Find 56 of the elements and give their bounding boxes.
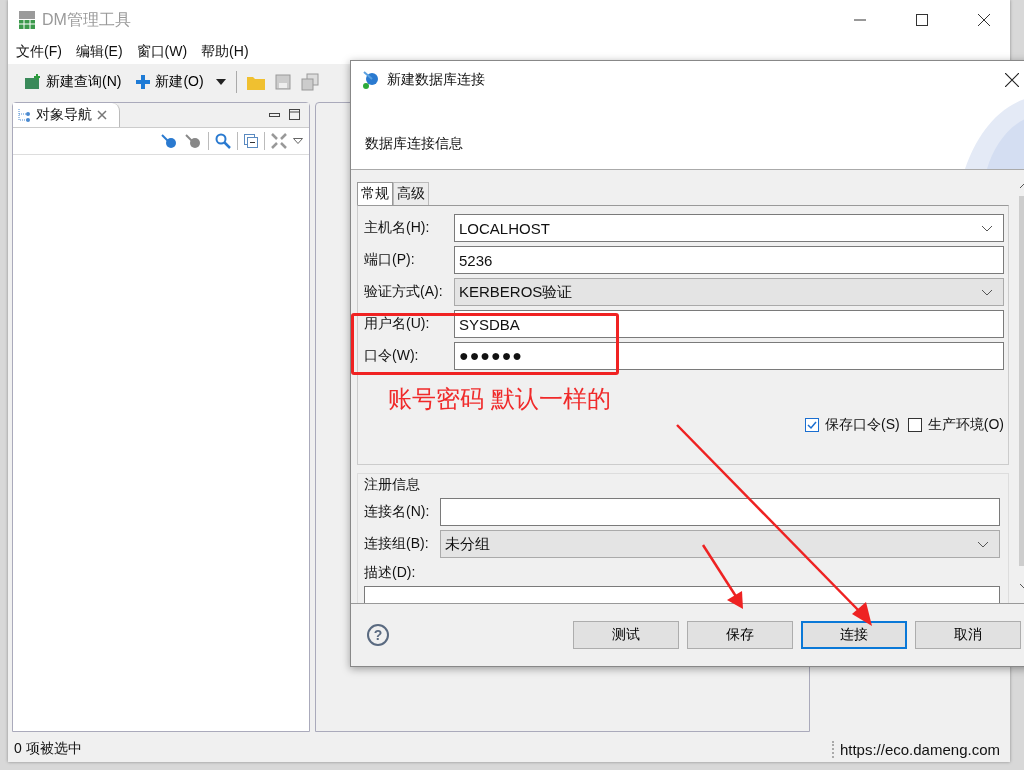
dialog-button[interactable]: 保存 [687,621,793,649]
input-field[interactable]: ●●●●●● [454,342,1004,370]
view-menu-icon[interactable] [293,138,303,144]
window-title: DM管理工具 [42,9,131,30]
status-link[interactable]: https://eco.dameng.com [831,740,1010,758]
chevron-down-icon[interactable] [981,288,993,296]
field-label: 描述(D): [364,564,417,582]
dialog-button[interactable]: 连接 [801,621,907,649]
help-button[interactable]: ? [367,624,389,646]
annotation-text: 账号密码 默认一样的 [388,384,611,414]
collapse-icon[interactable] [244,134,258,148]
chevron-down-icon[interactable] [981,224,993,232]
tree-icon [17,108,31,122]
checkbox[interactable] [907,418,922,432]
input-field[interactable]: 5236 [454,246,1004,274]
search-icon[interactable] [215,133,231,149]
close-icon[interactable] [1005,72,1019,87]
plus-icon [135,74,152,90]
field-label: 端口(P): [364,251,416,269]
toolbar-button[interactable]: 新建查询(N) [22,71,124,93]
input-field[interactable]: SYSDBA [454,310,1004,338]
checkbox[interactable] [805,418,820,432]
input-field[interactable]: LOCALHOST [454,214,1004,242]
close-icon[interactable] [978,14,990,26]
menu-item[interactable]: 编辑(E) [75,43,123,61]
field-label: 连接名(N): [364,503,431,521]
menu-item[interactable]: 窗口(W) [136,43,188,61]
navigator-tab[interactable]: 对象导航 [13,103,120,127]
input-field[interactable]: KERBEROS验证 [454,278,1004,306]
dialog-button[interactable]: 取消 [915,621,1021,649]
tab[interactable]: 常规 [357,182,393,205]
field-label: 主机名(H): [364,219,431,237]
menu-item[interactable]: 文件(F) [16,43,62,61]
app-grid-icon [18,10,36,30]
status-text: 0 项被选中 [14,740,82,758]
field-label: 口令(W): [364,347,420,365]
checkbox-label[interactable]: 生产环境(O) [927,416,1004,434]
input-field[interactable] [440,498,1000,526]
expand-icon[interactable] [271,133,287,149]
dialog-button[interactable]: 测试 [573,621,679,649]
input-field[interactable]: 未分组 [440,530,1000,558]
field-label: 连接组(B): [364,535,430,553]
maximize-icon[interactable] [289,109,301,121]
dialog-header: 数据库连接信息 [365,135,463,153]
dropdown-caret-icon[interactable] [215,79,226,85]
menu-item[interactable]: 帮助(H) [201,43,249,61]
dialog-title: 新建数据库连接 [387,70,485,89]
field-label: 用户名(U): [364,315,431,333]
checkbox-label[interactable]: 保存口令(S) [825,416,900,434]
group-title: 注册信息 [364,476,421,494]
tab[interactable]: 高级 [393,182,429,205]
maximize-icon[interactable] [916,14,928,26]
field-label: 验证方式(A): [364,283,444,301]
chevron-down-icon[interactable] [977,540,989,548]
minimize-icon[interactable] [269,111,281,119]
toolbar-button[interactable]: 新建(O) [133,71,206,93]
